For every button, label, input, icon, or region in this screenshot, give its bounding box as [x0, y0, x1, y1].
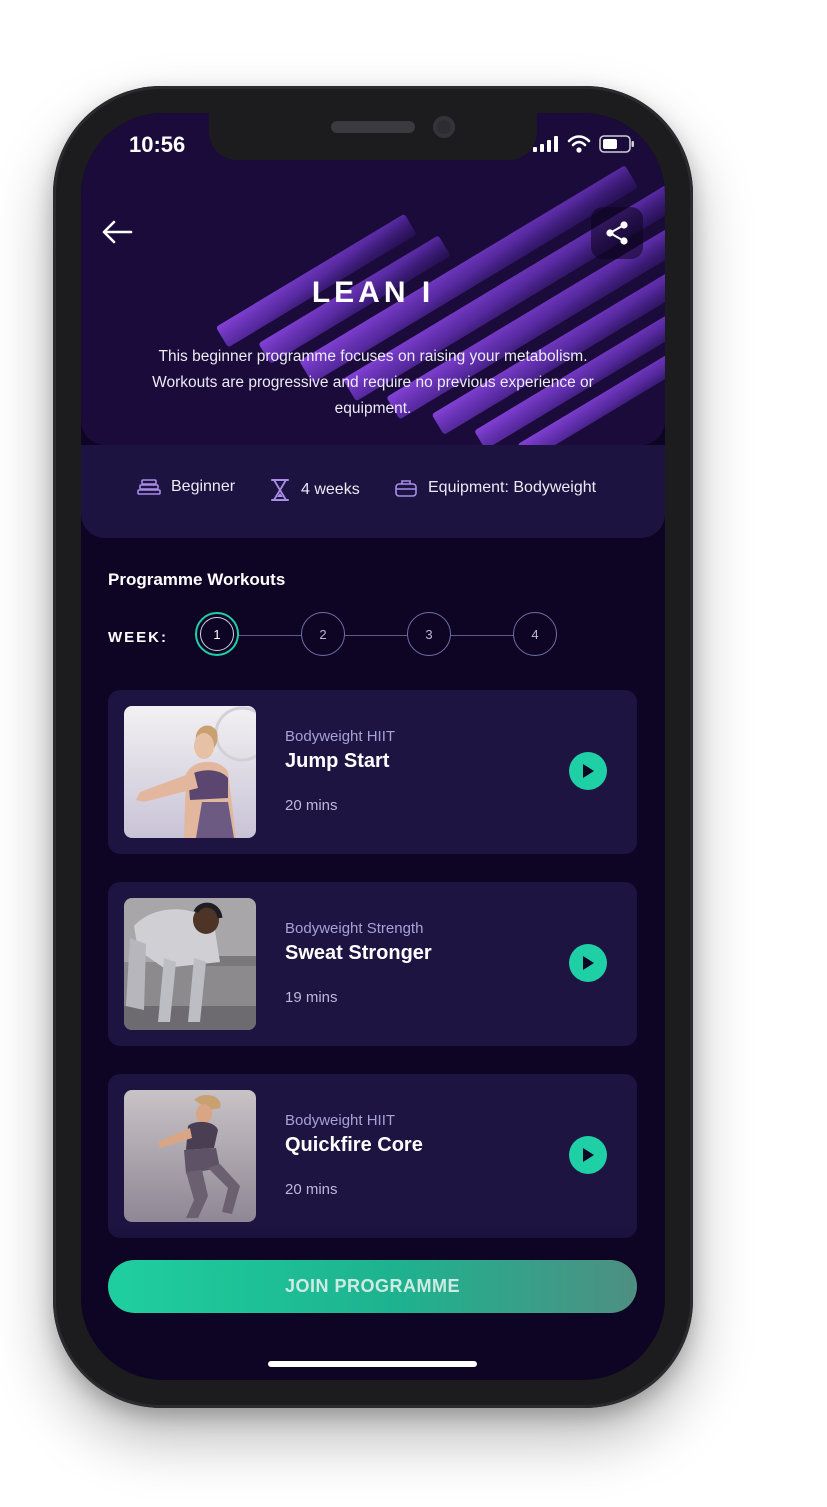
play-button[interactable]	[569, 944, 607, 982]
info-level-label: Beginner	[171, 478, 236, 495]
join-programme-button[interactable]: JOIN PROGRAMME	[108, 1260, 637, 1313]
info-equipment: Equipment: Bodyweight	[394, 478, 596, 498]
week-1-button[interactable]: 1	[195, 612, 239, 656]
info-duration-label: 4 weeks	[301, 481, 360, 498]
workout-name: Sweat Stronger	[285, 942, 432, 964]
workout-duration: 19 mins	[285, 989, 338, 1006]
info-equipment-label: Equipment: Bodyweight	[428, 479, 597, 496]
week-connector	[239, 635, 301, 636]
week-4-button[interactable]: 4	[513, 612, 557, 656]
info-level: Beginner	[137, 478, 235, 496]
level-icon	[137, 479, 161, 495]
workout-thumbnail	[124, 1090, 256, 1222]
week-2-label: 2	[319, 626, 327, 642]
workout-duration: 20 mins	[285, 797, 338, 814]
share-button[interactable]	[591, 207, 643, 259]
play-button[interactable]	[569, 752, 607, 790]
home-indicator[interactable]	[268, 1361, 477, 1367]
notch	[209, 113, 537, 160]
back-arrow-icon	[102, 220, 133, 244]
battery-icon	[599, 135, 634, 153]
app-screen: LEAN I This beginner programme focuses o…	[81, 113, 665, 1380]
hourglass-icon	[271, 479, 289, 501]
play-icon	[583, 1148, 594, 1162]
workout-card[interactable]: Bodyweight Strength Sweat Stronger 19 mi…	[108, 882, 637, 1046]
week-connector	[345, 635, 407, 636]
workout-name: Quickfire Core	[285, 1134, 423, 1156]
signal-icon	[533, 136, 558, 152]
speaker	[331, 121, 415, 133]
programme-info-bar: Beginner 4 weeks Equipment: Bodyweight	[81, 445, 665, 538]
week-3-button[interactable]: 3	[407, 612, 451, 656]
week-label: WEEK:	[108, 629, 168, 646]
play-button[interactable]	[569, 1136, 607, 1174]
wifi-icon	[567, 135, 591, 153]
play-icon	[583, 764, 594, 778]
front-camera	[433, 116, 455, 138]
week-2-button[interactable]: 2	[301, 612, 345, 656]
status-icons	[533, 135, 635, 153]
info-duration: 4 weeks	[269, 478, 360, 502]
workout-card[interactable]: Bodyweight HIIT Quickfire Core 20 mins	[108, 1074, 637, 1238]
section-title: Programme Workouts	[108, 570, 286, 589]
programme-title: LEAN I	[311, 276, 435, 309]
play-icon	[583, 956, 594, 970]
workout-category: Bodyweight Strength	[285, 920, 424, 937]
workout-category: Bodyweight HIIT	[285, 728, 396, 745]
week-4-label: 4	[531, 626, 539, 642]
hero-banner: LEAN I This beginner programme focuses o…	[81, 113, 665, 445]
workout-duration: 20 mins	[285, 1181, 338, 1198]
share-icon	[606, 221, 628, 245]
workout-thumbnail	[124, 706, 256, 838]
back-button[interactable]	[99, 217, 135, 247]
programme-description: This beginner programme focuses on raisi…	[152, 348, 594, 417]
equipment-bag-icon	[395, 480, 417, 497]
workout-name: Jump Start	[285, 750, 390, 772]
workout-thumbnail	[124, 898, 256, 1030]
week-3-label: 3	[425, 626, 433, 642]
week-connector	[451, 635, 513, 636]
workout-card[interactable]: Bodyweight HIIT Jump Start 20 mins	[108, 690, 637, 854]
workout-category: Bodyweight HIIT	[285, 1112, 396, 1129]
status-time: 10:56	[129, 132, 186, 157]
